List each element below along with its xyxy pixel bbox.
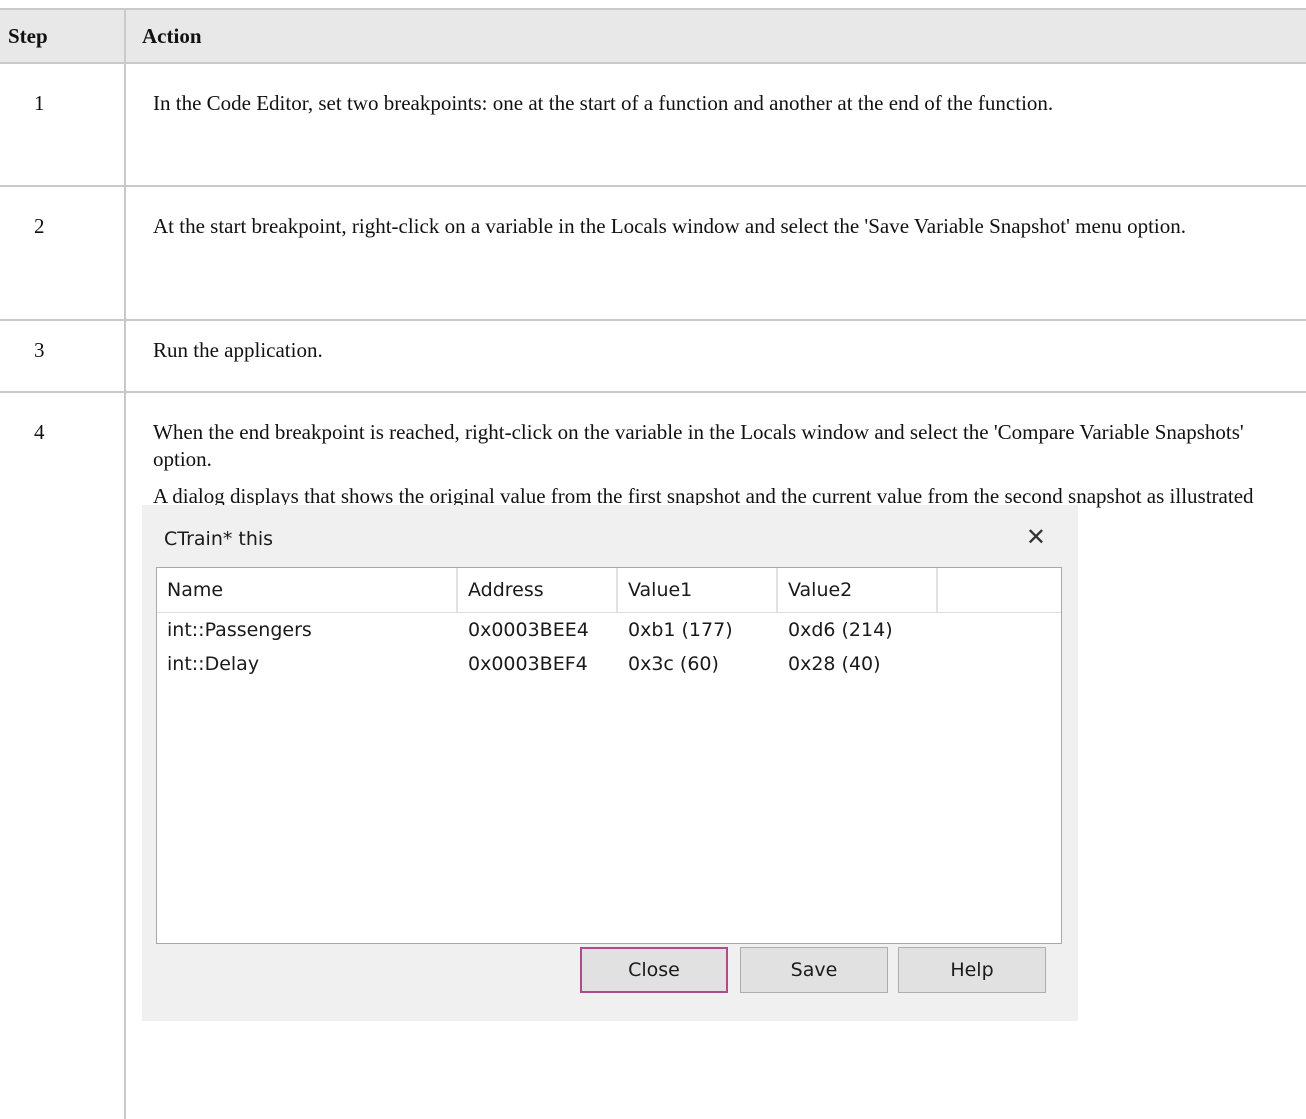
cell-value2: 0xd6 (214) <box>788 619 893 641</box>
list-item[interactable]: int::Passengers 0x0003BEE4 0xb1 (177) 0x… <box>157 613 1061 647</box>
action-text: Run the application. <box>153 338 323 362</box>
save-button[interactable]: Save <box>740 947 888 993</box>
step-number: 2 <box>0 186 126 321</box>
cell-name: int::Delay <box>167 653 260 675</box>
cell-address: 0x0003BEF4 <box>468 653 588 675</box>
cell-value2: 0x28 (40) <box>788 653 881 675</box>
step-action: In the Code Editor, set two breakpoints:… <box>125 63 1306 187</box>
column-header-value1[interactable]: Value1 <box>618 568 778 612</box>
cell-value1: 0xb1 (177) <box>628 619 733 641</box>
cell-name: int::Passengers <box>167 619 312 641</box>
action-text: When the end breakpoint is reached, righ… <box>153 420 1244 471</box>
compare-snapshots-dialog: CTrain* this ✕ Name Address Value1 Value… <box>142 505 1078 1021</box>
dialog-title: CTrain* this <box>164 528 274 550</box>
column-header-address[interactable]: Address <box>458 568 618 612</box>
table-row: 3 Run the application. <box>0 320 1306 393</box>
list-item[interactable]: int::Delay 0x0003BEF4 0x3c (60) 0x28 (40… <box>157 647 1061 681</box>
header-step: Step <box>0 8 126 64</box>
cell-address: 0x0003BEE4 <box>468 619 589 641</box>
column-header-value2[interactable]: Value2 <box>778 568 938 612</box>
snapshot-list[interactable]: Name Address Value1 Value2 int::Passenge… <box>156 567 1062 944</box>
step-action: Run the application. <box>125 320 1306 393</box>
column-header-empty[interactable] <box>938 568 1055 612</box>
list-header: Name Address Value1 Value2 <box>157 568 1061 613</box>
close-button[interactable]: Close <box>580 947 728 993</box>
step-number: 3 <box>0 320 126 393</box>
close-icon[interactable]: ✕ <box>1026 525 1046 549</box>
step-action: At the start breakpoint, right-click on … <box>125 186 1306 321</box>
header-action: Action <box>125 8 1306 64</box>
action-text: In the Code Editor, set two breakpoints:… <box>153 91 1054 115</box>
action-text: At the start breakpoint, right-click on … <box>153 214 1186 238</box>
step-number: 1 <box>0 63 126 187</box>
column-header-name[interactable]: Name <box>157 568 458 612</box>
step-number: 4 <box>0 392 126 1119</box>
table-row: 2 At the start breakpoint, right-click o… <box>0 186 1306 321</box>
help-button[interactable]: Help <box>898 947 1046 993</box>
table-header-row: Step Action <box>0 8 1306 64</box>
cell-value1: 0x3c (60) <box>628 653 719 675</box>
table-row: 1 In the Code Editor, set two breakpoint… <box>0 63 1306 187</box>
